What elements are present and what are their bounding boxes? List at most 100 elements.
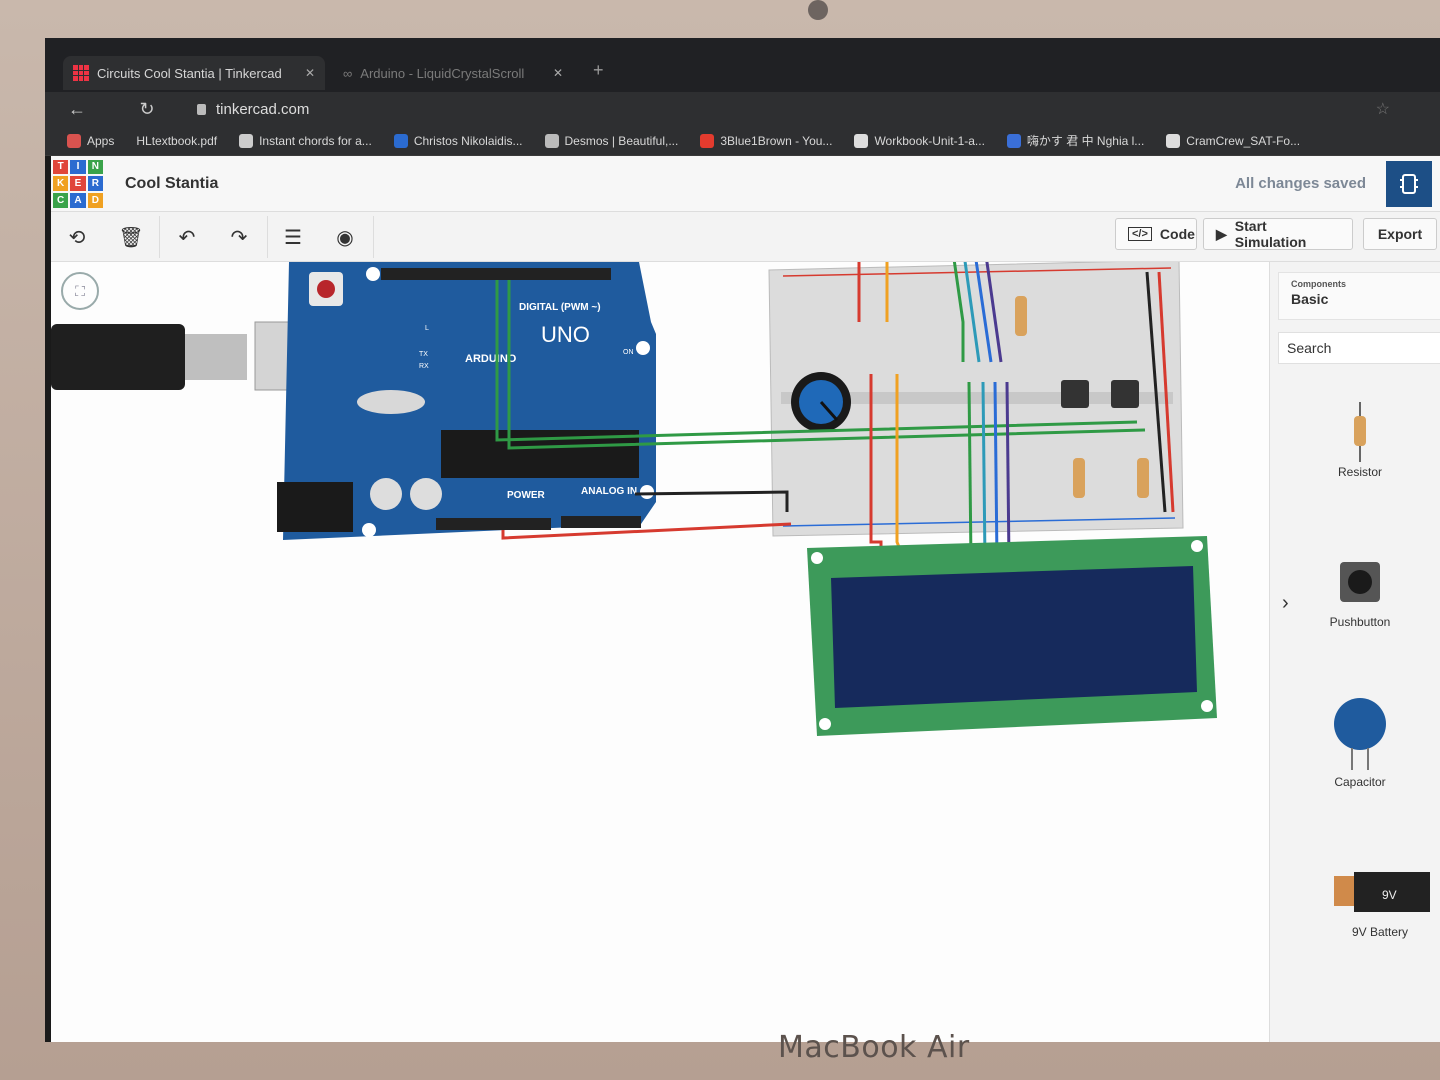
bookmark-label: 嗨かす 君 中 Nghia l... — [1026, 134, 1145, 148]
lock-icon — [197, 103, 206, 115]
macbook-brand-label: MacBook Air — [778, 1030, 970, 1065]
browser-tab-bar: Circuits Cool Stantia | Tinkercad ✕ ∞ Ar… — [45, 38, 1440, 92]
component-pushbutton[interactable]: Pushbutton — [1300, 552, 1420, 629]
back-icon[interactable]: ← — [57, 99, 97, 120]
tx-label: TX — [419, 351, 428, 358]
code-button[interactable]: </> Code — [1115, 218, 1197, 250]
tinkercad-app: TIN KER CAD Cool Stantia All changes saved… — [51, 156, 1440, 1042]
component-resistor[interactable]: Resistor — [1300, 402, 1420, 479]
pushbutton-1[interactable] — [1061, 380, 1089, 408]
close-icon[interactable]: ✕ — [553, 66, 563, 80]
bookmark-item[interactable]: 嗨かす 君 中 Nghia l... — [1006, 132, 1145, 149]
resistor-3[interactable] — [1137, 458, 1149, 498]
address-bar: ← ↻ tinkercad.com ☆ — [45, 92, 1440, 126]
globe-icon — [854, 133, 869, 148]
logo-letter: A — [70, 192, 86, 208]
globe-icon — [1166, 133, 1181, 148]
mounting-hole — [366, 267, 380, 281]
desmos-icon — [544, 133, 559, 148]
start-simulation-button[interactable]: ▶ Start Simulation — [1203, 218, 1353, 250]
export-button[interactable]: Export — [1363, 218, 1437, 250]
bookmark-item[interactable]: Christos Nikolaidis... — [393, 133, 523, 148]
crystal — [357, 390, 425, 414]
resistor-2[interactable] — [1073, 458, 1085, 498]
bookmark-label: HLtextbook.pdf — [136, 133, 218, 148]
component-9v-battery[interactable]: 9V 9V Battery — [1320, 862, 1440, 939]
components-label: Components — [1291, 279, 1346, 289]
app-toolbar: ⟲ 🗑 ↶ ↷ ☰ ◉ </> Code ▶ Start Simulation … — [51, 212, 1440, 262]
bookmark-label: Workbook-Unit-1-a... — [874, 133, 985, 148]
code-label: Code — [1159, 226, 1195, 242]
infinity-icon: ∞ — [343, 65, 353, 81]
mounting-hole — [362, 523, 376, 537]
bookmark-item[interactable]: CramCrew_SAT-Fo... — [1166, 133, 1300, 148]
notes-icon[interactable]: ☰ — [279, 224, 307, 250]
components-selector[interactable]: Components Basic — [1278, 272, 1440, 320]
wire-purple-lcd[interactable] — [1005, 381, 1011, 563]
wire-black-gnd[interactable] — [634, 490, 789, 512]
chevron-right-icon[interactable]: › — [1282, 592, 1289, 615]
url-text: tinkercad.com — [216, 100, 310, 118]
bookmark-label: Apps — [87, 133, 115, 148]
arduino-board[interactable]: DIGITAL (PWM ~) UNO ARDUINO POWER ANALOG… — [277, 262, 656, 540]
resistor-1[interactable] — [1015, 296, 1027, 336]
analog-header — [561, 516, 641, 528]
mounting-hole — [640, 485, 654, 499]
bookmark-item[interactable]: 3Blue1Brown - You... — [700, 133, 832, 148]
potentiometer[interactable] — [791, 372, 851, 432]
circuit-canvas[interactable]: ⛶ DIGITAL (PWM ~) UNO ARDUINO POWER ANAL… — [51, 262, 1269, 1042]
wire-green-lcd[interactable] — [967, 381, 973, 563]
bookmark-item[interactable]: Instant chords for a... — [239, 133, 372, 148]
logo-letter: N — [87, 159, 103, 175]
usb-cable — [51, 324, 185, 390]
tab-tinkercad[interactable]: Circuits Cool Stantia | Tinkercad ✕ — [63, 56, 325, 90]
new-tab-icon[interactable]: + — [593, 60, 604, 81]
tinkercad-logo[interactable]: TIN KER CAD — [53, 159, 103, 208]
redo-icon[interactable]: ↷ — [225, 224, 253, 250]
uno-label: UNO — [541, 322, 590, 347]
app-header: TIN KER CAD Cool Stantia All changes saved — [51, 156, 1440, 212]
component-search-input[interactable]: Search — [1278, 332, 1440, 364]
capacitor-1 — [370, 478, 402, 510]
url-field[interactable]: tinkercad.com — [197, 101, 309, 118]
bookmark-item[interactable]: Workbook-Unit-1-a... — [854, 133, 985, 148]
close-icon[interactable]: ✕ — [305, 66, 315, 80]
wire-teal-lcd[interactable] — [981, 381, 987, 563]
pushbutton-2[interactable] — [1111, 380, 1139, 408]
h-icon — [1006, 133, 1021, 148]
logo-letter: T — [53, 159, 69, 175]
tinkercad-favicon-icon — [73, 65, 89, 81]
mounting-hole — [636, 341, 650, 355]
project-title[interactable]: Cool Stantia — [125, 175, 218, 193]
logo-letter: I — [70, 159, 86, 175]
reload-icon[interactable]: ↻ — [127, 99, 167, 120]
visibility-icon[interactable]: ◉ — [331, 224, 359, 250]
bookmark-item[interactable]: Apps — [67, 133, 115, 148]
power-label: POWER — [507, 490, 546, 501]
delete-icon[interactable]: 🗑 — [117, 224, 145, 250]
tab-arduino[interactable]: ∞ Arduino - LiquidCrystalScroll ✕ — [333, 56, 573, 90]
bookmark-star-icon[interactable]: ☆ — [1376, 99, 1390, 119]
laptop-screen: Circuits Cool Stantia | Tinkercad ✕ ∞ Ar… — [45, 38, 1440, 1042]
battery-icon — [1334, 872, 1430, 912]
lcd-display[interactable] — [807, 536, 1217, 736]
circuit-view-button[interactable] — [1386, 160, 1432, 207]
logo-letter: C — [53, 192, 69, 208]
rotate-icon[interactable]: ⟲ — [63, 224, 91, 250]
component-label: Pushbutton — [1329, 615, 1391, 629]
component-capacitor[interactable]: Capacitor — [1300, 692, 1420, 789]
circuit-drawing: DIGITAL (PWM ~) UNO ARDUINO POWER ANALOG… — [51, 262, 1217, 736]
toolbar-divider — [267, 216, 268, 258]
wire-blue-lcd[interactable] — [993, 381, 999, 563]
undo-icon[interactable]: ↶ — [173, 224, 201, 250]
bookmark-item[interactable]: HLtextbook.pdf — [136, 134, 217, 148]
component-label: Resistor — [1337, 465, 1382, 479]
capacitor-2 — [410, 478, 442, 510]
digital-label: DIGITAL (PWM ~) — [519, 302, 601, 313]
play-icon: ▶ — [1216, 225, 1227, 242]
tab-label: Arduino - LiquidCrystalScroll — [360, 65, 525, 81]
bookmark-item[interactable]: Desmos | Beautiful,... — [544, 133, 678, 148]
capacitor-icon — [1334, 698, 1386, 770]
power-jack — [277, 482, 353, 532]
start-simulation-label: Start Simulation — [1234, 218, 1307, 250]
